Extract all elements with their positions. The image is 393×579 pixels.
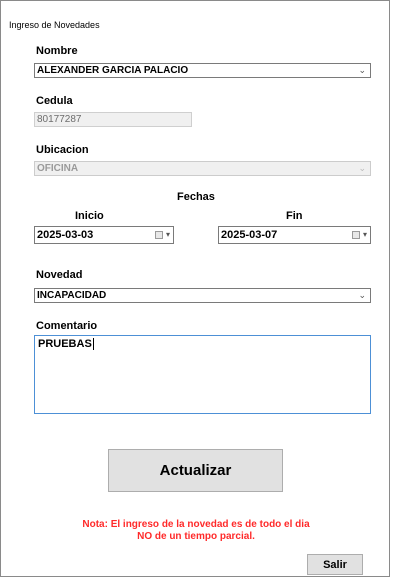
calendar-icon[interactable] (155, 231, 163, 239)
nombre-dropdown[interactable]: ALEXANDER GARCIA PALACIO ⌄ (34, 63, 371, 78)
chevron-down-icon[interactable]: ▾ (166, 227, 170, 243)
comentario-value: PRUEBAS (38, 338, 92, 350)
inicio-label: Inicio (75, 210, 104, 222)
fin-date-value: 2025-03-07 (221, 229, 278, 241)
actualizar-button[interactable]: Actualizar (108, 449, 283, 492)
ubicacion-label: Ubicacion (36, 144, 89, 156)
chevron-down-icon[interactable]: ▾ (363, 227, 367, 243)
app-window: Ingreso de Novedades Nombre ALEXANDER GA… (0, 0, 390, 577)
comentario-textarea[interactable]: PRUEBAS (34, 335, 371, 414)
nombre-label: Nombre (36, 45, 78, 57)
chevron-down-icon[interactable]: ⌄ (358, 289, 366, 302)
salir-button-label: Salir (323, 558, 347, 571)
ubicacion-value: OFICINA (37, 163, 79, 174)
nombre-value: ALEXANDER GARCIA PALACIO (37, 65, 189, 76)
novedad-dropdown[interactable]: INCAPACIDAD ⌄ (34, 288, 371, 303)
fin-date-picker[interactable]: 2025-03-07 ▾ (218, 226, 371, 244)
novedad-value: INCAPACIDAD (37, 290, 107, 301)
actualizar-button-label: Actualizar (159, 462, 232, 479)
inicio-date-value: 2025-03-03 (37, 229, 94, 241)
chevron-down-icon[interactable]: ⌄ (358, 64, 366, 77)
ubicacion-dropdown: OFICINA ⌄ (34, 161, 371, 176)
cedula-label: Cedula (36, 95, 73, 107)
cedula-field: 80177287 (34, 112, 192, 127)
fechas-label: Fechas (177, 191, 215, 203)
text-caret (92, 338, 94, 351)
inicio-date-picker[interactable]: 2025-03-03 ▾ (34, 226, 174, 244)
salir-button[interactable]: Salir (307, 554, 363, 575)
calendar-icon[interactable] (352, 231, 360, 239)
note-line-1: Nota: El ingreso de la novedad es de tod… (82, 519, 310, 530)
note-line-2: NO de un tiempo parcial. (137, 531, 255, 542)
comentario-label: Comentario (36, 320, 98, 332)
window-title: Ingreso de Novedades (9, 20, 100, 30)
chevron-down-icon: ⌄ (358, 163, 366, 173)
novedad-label: Novedad (36, 269, 83, 281)
fin-label: Fin (286, 210, 303, 222)
